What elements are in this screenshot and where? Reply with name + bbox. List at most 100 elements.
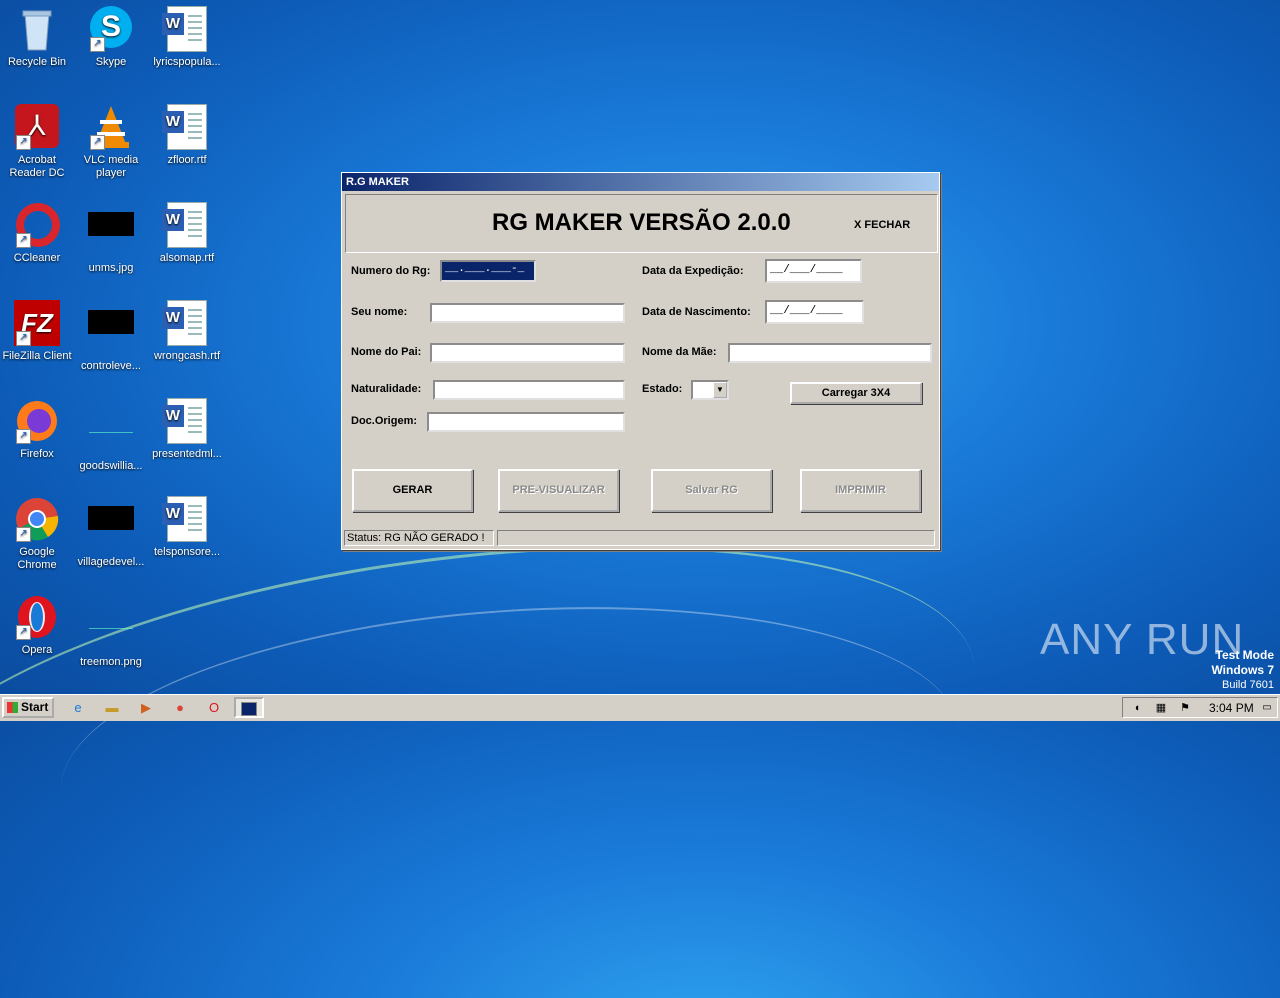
origin-document-label: Doc.Origem: — [351, 415, 418, 427]
desktop-icon-skype[interactable]: S ↗ Skype — [74, 6, 148, 69]
desktop-icon-label: wrongcash.rtf — [153, 350, 221, 362]
ccleaner-icon: ↗ — [14, 202, 60, 248]
desktop-icon-label: FileZilla Client — [2, 350, 72, 362]
system-tray: ◖ ▦ ⚑ 3:04 PM ▭ — [1122, 697, 1278, 718]
clock[interactable]: 3:04 PM — [1209, 701, 1254, 715]
rg-number-label: Numero do Rg: — [351, 265, 431, 277]
desktop-icon-acrobat[interactable]: ⅄ ↗ Acrobat Reader DC — [0, 104, 74, 180]
word-document-icon: W — [162, 496, 210, 542]
mother-name-label: Nome da Mãe: — [642, 346, 717, 358]
chrome-icon: ↗ — [14, 496, 60, 542]
image-thumbnail-icon — [88, 506, 134, 552]
desktop-icon-presentedml[interactable]: W presentedml... — [150, 398, 224, 461]
show-desktop-icon[interactable]: ▭ — [1257, 698, 1277, 718]
window-titlebar[interactable]: R.G MAKER — [342, 173, 939, 191]
desktop-icon-filezilla[interactable]: FZ ↗ FileZilla Client — [0, 300, 74, 363]
birthplace-field[interactable] — [433, 380, 625, 400]
taskbar-item-rg-maker[interactable] — [234, 697, 264, 718]
birth-date-label: Data de Nascimento: — [642, 306, 751, 318]
desktop-icon-label: unms.jpg — [88, 262, 134, 274]
start-label: Start — [21, 700, 49, 714]
desktop-icon-chrome[interactable]: ↗ Google Chrome — [0, 496, 74, 572]
birthplace-label: Naturalidade: — [351, 383, 422, 395]
desktop-icon-firefox[interactable]: ↗ Firefox — [0, 398, 74, 461]
desktop-icon-label: CCleaner — [13, 252, 61, 264]
folder-icon[interactable]: ▬ — [102, 698, 122, 718]
name-label: Seu nome: — [351, 306, 408, 318]
opera-icon: ↗ — [14, 594, 60, 640]
desktop-icon-label: alsomap.rtf — [159, 252, 215, 264]
desktop-icon-recycle-bin[interactable]: Recycle Bin — [0, 6, 74, 69]
desktop-icon-wrongcash[interactable]: W wrongcash.rtf — [150, 300, 224, 363]
desktop-icon-villagedevel[interactable]: villagedevel... — [74, 496, 148, 569]
issue-date-field[interactable]: __/___/____ — [765, 259, 862, 283]
desktop-icon-label: treemon.png — [80, 656, 142, 668]
acrobat-icon: ⅄ ↗ — [14, 104, 60, 150]
father-name-label: Nome do Pai: — [351, 346, 422, 358]
desktop-icon-label: villagedevel... — [77, 556, 145, 568]
taskbar: Start e ▬ ▶ ● O ◖ ▦ ⚑ 3:04 PM ▭ — [0, 694, 1280, 721]
word-document-icon: W — [162, 202, 210, 248]
name-field[interactable] — [430, 303, 625, 323]
desktop-icon-label: Opera — [21, 644, 53, 656]
network-icon[interactable]: ▦ — [1151, 698, 1171, 718]
image-thumbnail-icon — [88, 310, 134, 356]
close-button[interactable]: X FECHAR — [854, 219, 910, 231]
volume-icon[interactable]: ◖ — [1127, 698, 1147, 718]
status-text: Status: RG NÃO GERADO ! — [344, 530, 494, 546]
desktop-icon-zfloor[interactable]: W zfloor.rtf — [150, 104, 224, 167]
test-mode-line: Test Mode — [1215, 648, 1274, 662]
media-player-icon[interactable]: ▶ — [136, 698, 156, 718]
desktop-icon-opera[interactable]: ↗ Opera — [0, 594, 74, 657]
rg-maker-window: R.G MAKER RG MAKER VERSÃO 2.0.0 X FECHAR… — [341, 172, 940, 550]
image-thumbnail-icon — [88, 410, 134, 456]
desktop-icon-unms[interactable]: unms.jpg — [74, 202, 148, 275]
desktop-icon-label: Skype — [95, 56, 127, 68]
chrome-taskbar-icon[interactable]: ● — [170, 698, 190, 718]
desktop-icon-controleve[interactable]: controleve... — [74, 300, 148, 373]
image-thumbnail-icon — [88, 606, 134, 652]
origin-document-field[interactable] — [427, 412, 625, 432]
desktop-icon-label: telsponsore... — [153, 546, 221, 558]
desktop-icon-label: Recycle Bin — [7, 56, 67, 68]
recycle-bin-icon — [14, 6, 60, 52]
state-select[interactable]: ▼ — [691, 380, 729, 400]
desktop-icon-label: presentedml... — [152, 448, 222, 460]
save-rg-button[interactable]: Salvar RG — [651, 469, 772, 512]
desktop-icon-label: VLC media player — [83, 154, 139, 179]
word-document-icon: W — [162, 6, 210, 52]
desktop-icon-telsponsore[interactable]: W telsponsore... — [150, 496, 224, 559]
action-center-flag-icon[interactable]: ⚑ — [1175, 698, 1195, 718]
desktop-icon-alsomap[interactable]: W alsomap.rtf — [150, 202, 224, 265]
mother-name-field[interactable] — [728, 343, 932, 363]
chevron-down-icon[interactable]: ▼ — [713, 382, 727, 398]
issue-date-label: Data da Expedição: — [642, 265, 744, 277]
desktop-icon-goodswillia[interactable]: goodswillia... — [74, 398, 148, 473]
desktop-icon-lyricspopula[interactable]: W lyricspopula... — [150, 6, 224, 69]
desktop-icon-label: zfloor.rtf — [167, 154, 207, 166]
state-label: Estado: — [642, 383, 683, 395]
rg-number-field[interactable]: __.___.___-_ — [440, 260, 536, 282]
print-button[interactable]: IMPRIMIR — [800, 469, 921, 512]
desktop-icon-vlc[interactable]: ↗ VLC media player — [74, 104, 148, 180]
father-name-field[interactable] — [430, 343, 625, 363]
preview-button[interactable]: PRE-VISUALIZAR — [498, 469, 619, 512]
birth-date-field[interactable]: __/___/____ — [765, 300, 864, 324]
desktop-icon-label: goodswillia... — [79, 460, 143, 472]
internet-explorer-icon[interactable]: e — [68, 698, 88, 718]
image-thumbnail-icon — [88, 212, 134, 258]
desktop-icon-label: Google Chrome — [17, 546, 57, 571]
desktop-icon-ccleaner[interactable]: ↗ CCleaner — [0, 202, 74, 265]
desktop-icon-treemon[interactable]: treemon.png — [74, 594, 148, 669]
word-document-icon: W — [162, 104, 210, 150]
windows-logo-icon — [7, 702, 18, 713]
desktop-icon-label: Acrobat Reader DC — [9, 154, 65, 179]
desktop-icon-label: Firefox — [20, 448, 54, 460]
word-document-icon: W — [162, 300, 210, 346]
opera-taskbar-icon[interactable]: O — [204, 698, 224, 718]
load-photo-button[interactable]: Carregar 3X4 — [790, 382, 922, 404]
header-panel: RG MAKER VERSÃO 2.0.0 X FECHAR — [345, 194, 938, 253]
generate-button[interactable]: GERAR — [352, 469, 473, 512]
desktop-icon-label: lyricspopula... — [153, 56, 221, 68]
start-button[interactable]: Start — [2, 697, 54, 718]
